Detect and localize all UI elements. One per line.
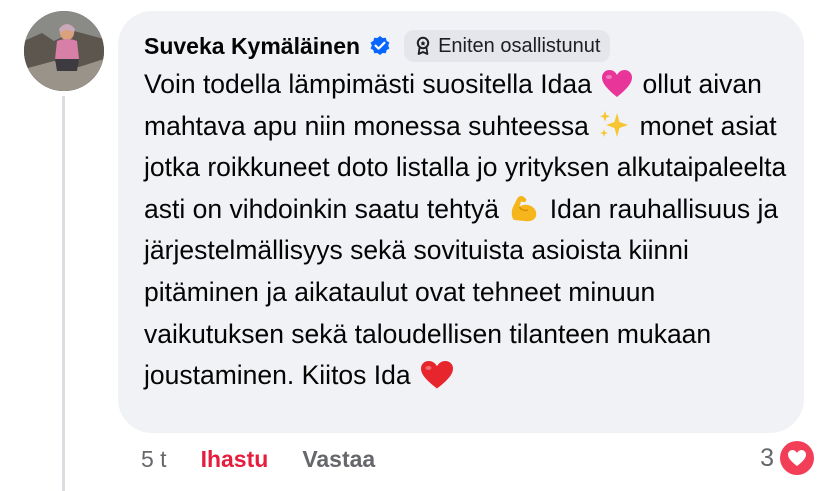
top-contributor-icon xyxy=(416,36,430,55)
reaction-summary[interactable]: 3 xyxy=(760,441,814,475)
author-name[interactable]: Suveka Kymäläinen xyxy=(144,33,360,60)
comment-text-part1: Voin todella lämpimästi suositella Idaa xyxy=(144,69,600,99)
reaction-count: 3 xyxy=(760,443,774,472)
avatar[interactable] xyxy=(24,11,104,91)
flexed-biceps-emoji xyxy=(512,195,537,222)
comment-timestamp[interactable]: 5 t xyxy=(141,446,167,473)
heart-icon xyxy=(788,450,806,466)
pink-heart-emoji xyxy=(602,70,633,97)
sparkles-emoji xyxy=(600,110,629,137)
profile-photo xyxy=(24,11,104,91)
reply-button[interactable]: Vastaa xyxy=(302,446,375,473)
top-contributor-badge[interactable]: Eniten osallistunut xyxy=(404,30,611,62)
comment-bubble: Suveka Kymäläinen Eniten osallistunut Vo… xyxy=(118,11,804,433)
red-heart-emoji xyxy=(420,361,453,389)
verified-icon xyxy=(370,36,390,55)
comment-text: Voin todella lämpimästi suositella Idaa … xyxy=(144,64,792,397)
comment-actions: 5 t Ihastu Vastaa xyxy=(141,446,375,473)
comment-header: Suveka Kymäläinen Eniten osallistunut xyxy=(144,30,611,62)
heart-reaction-icon xyxy=(780,441,814,475)
thread-line xyxy=(62,96,65,491)
badge-label: Eniten osallistunut xyxy=(438,34,601,57)
like-button[interactable]: Ihastu xyxy=(201,446,269,473)
